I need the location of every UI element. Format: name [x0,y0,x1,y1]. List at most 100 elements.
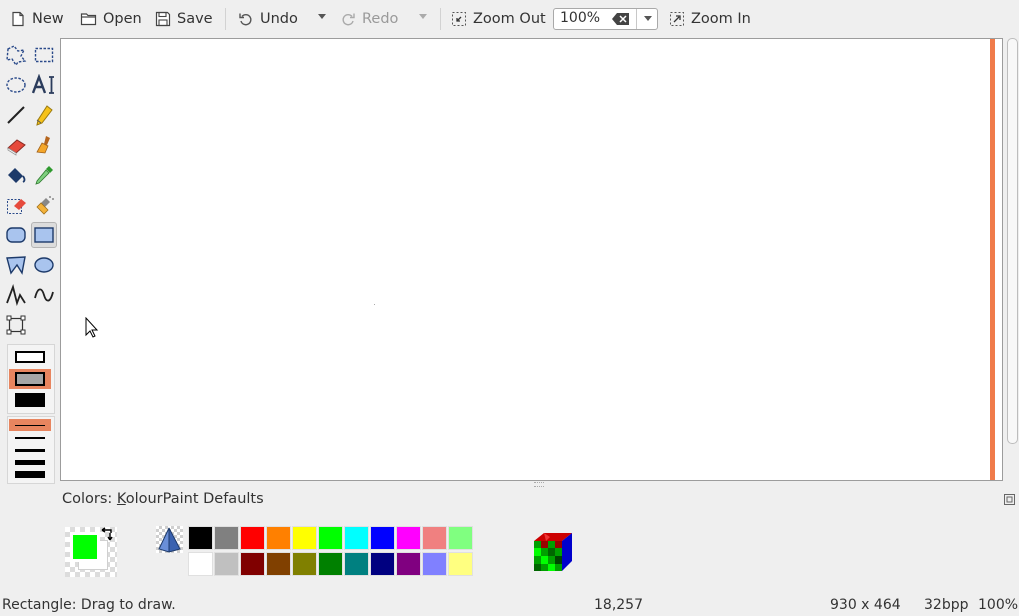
redo-history-dropdown[interactable] [419,14,427,19]
palette-color-swatch[interactable] [344,552,369,576]
rectangle-tool[interactable] [31,222,57,248]
color-depth: 32bpp [924,597,969,613]
brush-tool[interactable] [31,132,57,158]
palette-color-swatch[interactable] [214,552,239,576]
vertical-scrollbar[interactable] [1005,38,1019,481]
redo-button[interactable]: Redo [340,6,398,32]
palette-color-swatch[interactable] [266,526,291,550]
transparent-color-cell[interactable] [156,526,183,553]
palette-color-swatch[interactable] [318,552,343,576]
elliptical-selection-tool[interactable] [3,72,29,98]
undo-arrow-icon [239,13,252,26]
palette-color-swatch[interactable] [370,526,395,550]
zoom-in-icon [670,12,684,26]
palette-color-swatch[interactable] [370,552,395,576]
image-size: 930 x 464 [830,597,901,613]
ellipse-tool[interactable] [31,252,57,278]
drawing-canvas[interactable] [60,38,1003,481]
zoom-out-button[interactable]: Zoom Out [451,6,546,32]
polygon-tool[interactable] [3,252,29,278]
zoom-in-label: Zoom In [691,11,751,27]
palette-color-swatch[interactable] [292,526,317,550]
text-tool-icon [32,74,54,94]
paint-bucket-icon [8,168,26,183]
color-picker-tool[interactable] [31,162,57,188]
palette-color-swatch[interactable] [214,526,239,550]
rectangle-icon [34,227,54,243]
palette-color-swatch[interactable] [448,552,473,576]
tool-palette [0,38,60,488]
palette-color-swatch[interactable] [188,526,213,550]
curve-tool[interactable] [31,282,57,308]
palette-color-swatch[interactable] [422,552,447,576]
connected-lines-tool[interactable] [3,282,29,308]
toolbar-separator [440,8,441,30]
eraser-icon [7,139,26,156]
palette-color-swatch[interactable] [422,526,447,550]
color-similarity-cube-icon[interactable] [532,531,574,573]
canvas-pixel [374,304,375,305]
canvas-resize-handle[interactable] [990,39,995,480]
palette-color-swatch[interactable] [396,526,421,550]
splitter-grip[interactable] [534,482,544,487]
floppy-disk-icon [155,11,171,27]
flood-fill-tool[interactable] [3,162,29,188]
line-width-2[interactable] [9,432,51,444]
status-bar: Rectangle: Drag to draw. 18,257 930 x 46… [0,592,1019,616]
save-button[interactable]: Save [155,6,213,32]
line-tool[interactable] [3,102,29,128]
free-form-selection-tool[interactable] [3,42,29,68]
fill-style-fill-with-foreground[interactable] [9,390,51,410]
pen-tool[interactable] [31,102,57,128]
toolbar-separator [225,8,226,30]
zoom-in-button[interactable]: Zoom In [669,6,751,32]
ellipse-icon [34,257,54,273]
fill-style-outline[interactable] [9,347,51,367]
cursor-position: 18,257 [594,597,643,613]
undo-button[interactable]: Undo [238,6,298,32]
rounded-rectangle-tool[interactable] [3,222,29,248]
polygon-icon [6,256,26,275]
foreground-color-swatch[interactable] [70,532,100,562]
clear-text-icon[interactable] [612,12,630,26]
folder-icon [80,13,97,26]
eraser-tool[interactable] [3,132,29,158]
new-button[interactable]: New [10,6,64,32]
outline-only-swatch [15,351,45,363]
line-width-4[interactable] [9,456,51,468]
resize-tool[interactable] [3,312,29,338]
undo-history-dropdown[interactable] [318,14,326,19]
scrollbar-thumb[interactable] [1007,38,1018,444]
rect-select-icon [34,47,54,63]
float-panel-icon[interactable] [1004,494,1015,505]
line-width-3[interactable] [9,444,51,456]
palette-color-swatch[interactable] [344,526,369,550]
crop-resize-icon [6,315,26,335]
eyedropper-icon [35,166,53,185]
palette-color-swatch[interactable] [292,552,317,576]
zoom-dropdown-button[interactable] [636,9,659,29]
open-button[interactable]: Open [80,6,142,32]
swap-colors-icon[interactable] [99,527,116,544]
rectangular-selection-tool[interactable] [31,42,57,68]
text-tool[interactable] [31,72,57,98]
palette-color-swatch[interactable] [266,552,291,576]
zoom-out-icon [452,12,466,26]
palette-color-swatch[interactable] [188,552,213,576]
color-eraser-tool[interactable] [3,192,29,218]
fill-style-fill-with-background[interactable] [9,369,51,389]
palette-color-swatch[interactable] [240,552,265,576]
redo-button-label: Redo [362,11,399,27]
palette-color-swatch[interactable] [396,552,421,576]
ellipse-select-icon [6,77,26,93]
spraycan-tool[interactable] [31,192,57,218]
palette-color-swatch[interactable] [448,526,473,550]
palette-color-swatch[interactable] [240,526,265,550]
open-button-label: Open [103,11,142,27]
zoom-input[interactable] [560,10,620,26]
zoom-combobox[interactable] [553,8,658,30]
line-width-5[interactable] [9,468,51,480]
line-width-sample [15,437,45,439]
palette-color-swatch[interactable] [318,526,343,550]
line-width-1[interactable] [9,419,51,431]
